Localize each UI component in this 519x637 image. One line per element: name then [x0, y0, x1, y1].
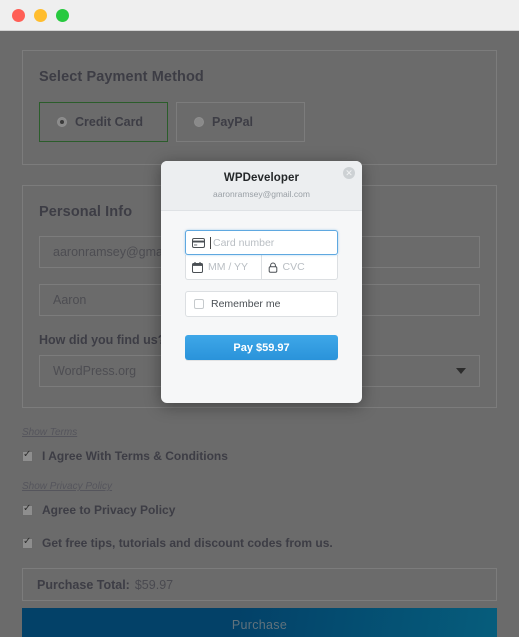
credit-card-icon — [192, 237, 205, 248]
card-fields-group: Card number MM / YY CVC — [185, 230, 338, 280]
gateway-options: Credit Card PayPal — [39, 102, 480, 142]
expiry-cvc-row: MM / YY CVC — [185, 255, 338, 280]
paypal-radio-icon[interactable] — [194, 117, 204, 127]
how-did-you-find-us-value: WordPress.org — [53, 364, 137, 378]
card-number-placeholder: Card number — [213, 236, 275, 249]
gateway-label-credit-card: Credit Card — [75, 115, 144, 129]
agree-privacy-row[interactable]: Agree to Privacy Policy — [22, 503, 497, 517]
modal-email: aaronramsey@gmail.com — [213, 189, 310, 199]
lock-icon — [268, 262, 278, 273]
browser-title-bar — [0, 0, 519, 31]
purchase-total-row: Purchase Total: $59.97 — [22, 568, 497, 601]
pay-button[interactable]: Pay $59.97 — [185, 335, 338, 360]
newsletter-label: Get free tips, tutorials and discount co… — [42, 536, 333, 550]
remember-me-row[interactable]: Remember me — [185, 291, 338, 317]
modal-title: WPDeveloper — [223, 172, 300, 184]
pay-button-label: Pay $59.97 — [233, 341, 290, 354]
modal-header: WPDeveloper aaronramsey@gmail.com ✕ — [161, 161, 362, 211]
close-icon[interactable]: ✕ — [343, 167, 355, 179]
card-number-input[interactable]: Card number — [185, 230, 338, 255]
agreements-section: Show Terms I Agree With Terms & Conditio… — [22, 422, 497, 550]
purchase-button[interactable]: Purchase — [22, 608, 497, 637]
payment-method-heading: Select Payment Method — [39, 69, 204, 85]
gateway-label-paypal: PayPal — [212, 115, 254, 129]
calendar-icon — [192, 261, 203, 273]
card-expiry-placeholder: MM / YY — [208, 261, 249, 273]
agree-terms-label: I Agree With Terms & Conditions — [42, 449, 228, 463]
agree-privacy-checkbox[interactable] — [22, 503, 33, 516]
close-window-button[interactable] — [12, 8, 25, 22]
remember-me-label: Remember me — [211, 298, 281, 310]
credit-card-radio-icon[interactable] — [57, 117, 67, 127]
gateway-option-credit-card[interactable]: Credit Card — [39, 102, 168, 142]
window-controls — [12, 8, 69, 22]
gateway-option-paypal[interactable]: PayPal — [176, 102, 305, 142]
text-caret — [210, 236, 211, 249]
card-cvc-input[interactable]: CVC — [261, 255, 338, 280]
purchase-total-label: Purchase Total: — [37, 577, 130, 592]
remember-me-checkbox[interactable] — [194, 299, 204, 309]
first-name-field-value: Aaron — [53, 293, 87, 307]
newsletter-row[interactable]: Get free tips, tutorials and discount co… — [22, 536, 497, 550]
show-terms-link[interactable]: Show Terms — [22, 427, 77, 438]
card-expiry-input[interactable]: MM / YY — [185, 255, 262, 280]
agree-terms-row[interactable]: I Agree With Terms & Conditions — [22, 449, 497, 463]
show-privacy-policy-link[interactable]: Show Privacy Policy — [22, 481, 112, 492]
purchase-total-value: $59.97 — [134, 577, 174, 592]
zoom-window-button[interactable] — [56, 8, 69, 22]
agree-privacy-label: Agree to Privacy Policy — [42, 503, 176, 517]
purchase-button-label: Purchase — [231, 617, 288, 632]
chevron-down-icon — [456, 368, 466, 374]
payment-method-section: Select Payment Method Credit Card PayPal — [22, 50, 497, 165]
agree-terms-checkbox[interactable] — [22, 449, 33, 462]
modal-body: Card number MM / YY CVC Remember me Pay … — [161, 211, 362, 360]
card-cvc-placeholder: CVC — [282, 261, 305, 273]
minimize-window-button[interactable] — [34, 8, 47, 22]
stripe-checkout-modal: WPDeveloper aaronramsey@gmail.com ✕ Card… — [161, 161, 362, 403]
newsletter-checkbox[interactable] — [22, 536, 33, 549]
